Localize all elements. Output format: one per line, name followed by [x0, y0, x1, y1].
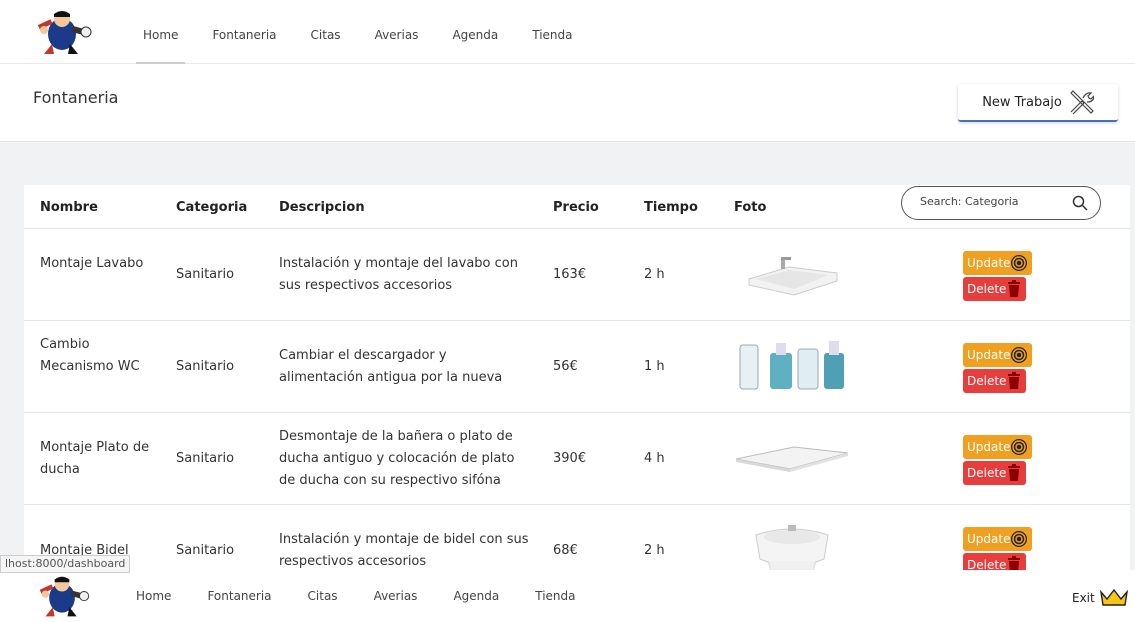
footer-nav-fontaneria[interactable]: Fontaneria [207, 589, 271, 603]
update-button[interactable]: Update [963, 527, 1033, 551]
bidet-photo [734, 519, 850, 570]
trash-icon [1008, 464, 1021, 481]
cell-tiempo: 2 h [644, 543, 665, 558]
search-input[interactable] [920, 195, 1070, 208]
row-actions: Update Delete [963, 343, 1043, 393]
plumber-logo[interactable] [24, 8, 100, 58]
cell-categoria: Sanitario [176, 359, 235, 374]
table-row: Montaje Lavabo Sanitario Instalación y m… [24, 229, 1130, 321]
shower-tray-photo [734, 427, 850, 491]
trash-icon [1008, 556, 1021, 570]
crown-icon [1099, 588, 1128, 606]
cell-tiempo: 4 h [644, 451, 665, 466]
cell-descripcion: Instalación y montaje de bidel con sus r… [279, 532, 529, 569]
update-label: Update [967, 532, 1011, 546]
table-header: Nombre Categoria Descripcion Precio Tiem… [24, 185, 1130, 229]
cell-categoria: Sanitario [176, 543, 235, 558]
cell-descripcion: Cambiar el descargador y alimentación an… [279, 348, 503, 385]
cell-descripcion: Instalación y montaje del lavabo con sus… [279, 256, 518, 293]
exit-label: Exit [1072, 591, 1095, 605]
table-row: Montaje Plato de ducha Sanitario Desmont… [24, 413, 1130, 505]
refresh-icon [1011, 439, 1028, 455]
delete-button[interactable]: Delete [963, 277, 1027, 301]
update-label: Update [967, 348, 1011, 362]
cell-precio: 163€ [553, 267, 587, 282]
update-button[interactable]: Update [963, 343, 1033, 367]
bottom-navbar: Home Fontaneria Citas Averias Agenda Tie… [0, 570, 1135, 622]
col-descripcion: Descripcion [279, 200, 365, 215]
cell-descripcion: Desmontaje de la bañera o plato de ducha… [279, 429, 515, 488]
cell-tiempo: 1 h [644, 359, 665, 374]
nav-agenda[interactable]: Agenda [445, 0, 505, 64]
delete-label: Delete [967, 466, 1007, 480]
update-label: Update [967, 440, 1011, 454]
delete-label: Delete [967, 374, 1007, 388]
footer-nav-averias[interactable]: Averias [374, 589, 418, 603]
search-box [901, 186, 1101, 220]
footer-nav-tienda[interactable]: Tienda [535, 589, 575, 603]
cell-nombre: Cambio Mecanismo WC [40, 337, 140, 374]
exit-button[interactable]: Exit [1072, 588, 1129, 608]
footer-nav-agenda[interactable]: Agenda [453, 589, 499, 603]
col-tiempo: Tiempo [644, 200, 698, 215]
cell-tiempo: 2 h [644, 267, 665, 282]
flush-mechanisms-photo [734, 335, 850, 399]
footer-nav-citas[interactable]: Citas [308, 589, 338, 603]
trabajos-table: Nombre Categoria Descripcion Precio Tiem… [24, 185, 1130, 570]
cell-precio: 68€ [553, 543, 578, 558]
footer-nav: Home Fontaneria Citas Averias Agenda Tie… [136, 570, 612, 622]
cell-precio: 56€ [553, 359, 578, 374]
search-icon[interactable] [1072, 195, 1088, 211]
new-trabajo-button[interactable]: New Trabajo [958, 84, 1118, 122]
refresh-icon [1011, 347, 1028, 363]
nav-home[interactable]: Home [136, 0, 186, 64]
page-header: Fontaneria New Trabajo [0, 64, 1135, 142]
update-label: Update [967, 256, 1011, 270]
cell-nombre: Montaje Lavabo [40, 256, 144, 271]
col-nombre: Nombre [40, 200, 98, 215]
tools-icon [1069, 90, 1094, 115]
delete-label: Delete [967, 558, 1007, 570]
trash-icon [1008, 280, 1021, 297]
main-nav: Home Fontaneria Citas Averias Agenda Tie… [126, 0, 590, 64]
cell-nombre: Montaje Plato de ducha [40, 440, 150, 477]
row-actions: Update Delete [963, 527, 1043, 570]
table-row: Montaje Bidel Sanitario Instalación y mo… [24, 505, 1130, 570]
nav-citas[interactable]: Citas [304, 0, 348, 64]
top-navbar: Home Fontaneria Citas Averias Agenda Tie… [0, 0, 1135, 64]
table-row: Cambio Mecanismo WC Sanitario Cambiar el… [24, 321, 1130, 413]
row-actions: Update Delete [963, 251, 1043, 301]
cell-categoria: Sanitario [176, 451, 235, 466]
content-area: Nombre Categoria Descripcion Precio Tiem… [0, 143, 1135, 570]
trash-icon [1008, 372, 1021, 389]
nav-tienda[interactable]: Tienda [525, 0, 579, 64]
washbasin-photo [734, 243, 850, 307]
plumber-logo[interactable] [24, 574, 100, 620]
refresh-icon [1011, 531, 1028, 547]
refresh-icon [1011, 255, 1028, 271]
col-precio: Precio [553, 200, 599, 215]
new-trabajo-label: New Trabajo [982, 94, 1062, 110]
update-button[interactable]: Update [963, 435, 1033, 459]
col-foto: Foto [734, 200, 767, 215]
status-url: lhost:8000/dashboard [0, 555, 131, 573]
nav-averias[interactable]: Averias [368, 0, 426, 64]
page-title: Fontaneria [33, 88, 119, 107]
nav-fontaneria[interactable]: Fontaneria [205, 0, 283, 64]
footer-nav-home[interactable]: Home [136, 589, 171, 603]
cell-categoria: Sanitario [176, 267, 235, 282]
delete-label: Delete [967, 282, 1007, 296]
delete-button[interactable]: Delete [963, 553, 1027, 570]
update-button[interactable]: Update [963, 251, 1033, 275]
cell-precio: 390€ [553, 451, 587, 466]
row-actions: Update Delete [963, 435, 1043, 485]
delete-button[interactable]: Delete [963, 461, 1027, 485]
col-categoria: Categoria [176, 200, 248, 215]
delete-button[interactable]: Delete [963, 369, 1027, 393]
